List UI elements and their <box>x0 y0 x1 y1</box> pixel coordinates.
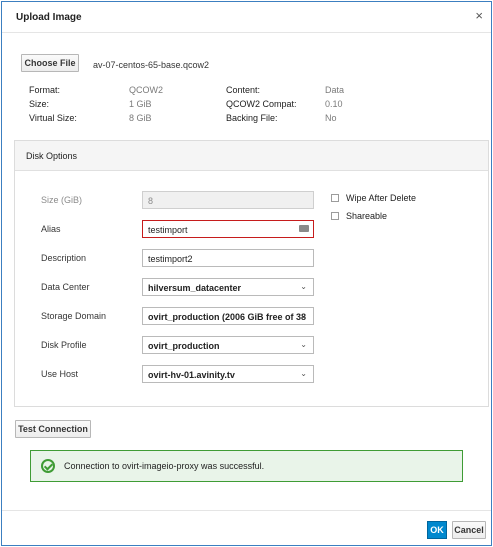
disk-profile-value: ovirt_production <box>148 341 220 351</box>
ok-button[interactable]: OK <box>427 521 447 539</box>
alert-message: Connection to ovirt-imageio-proxy was su… <box>64 461 265 471</box>
cancel-button[interactable]: Cancel <box>452 521 486 539</box>
check-circle-icon <box>41 459 55 473</box>
description-label: Description <box>41 253 87 263</box>
content-value: Data <box>325 85 345 95</box>
storage-domain-label: Storage Domain <box>41 311 107 321</box>
file-name: av-07-centos-65-base.qcow2 <box>93 60 210 70</box>
disk-options-title: Disk Options <box>26 151 78 161</box>
storage-domain-value: ovirt_production (2006 GiB free of 38 <box>148 312 307 322</box>
dialog-header: Upload Image × <box>2 2 491 33</box>
wipe-after-delete-checkbox[interactable] <box>331 194 339 202</box>
qcow2-compat-value: 0.10 <box>325 99 343 109</box>
success-alert: Connection to ovirt-imageio-proxy was su… <box>30 450 463 482</box>
use-host-select[interactable]: ovirt-hv-01.avinity.tv ⌄ <box>142 365 314 383</box>
wipe-after-delete-label: Wipe After Delete <box>346 193 417 203</box>
use-host-label: Use Host <box>41 369 79 379</box>
data-center-value: hilversum_datacenter <box>148 283 242 293</box>
data-center-label: Data Center <box>41 282 90 292</box>
test-connection-button[interactable]: Test Connection <box>15 420 91 438</box>
size-gib-input[interactable]: 8 <box>142 191 314 209</box>
data-center-select[interactable]: hilversum_datacenter ⌄ <box>142 278 314 296</box>
virtual-size-label: Virtual Size: <box>29 113 77 123</box>
upload-image-dialog: Upload Image × Choose File av-07-centos-… <box>1 1 492 546</box>
description-input[interactable]: testimport2 <box>142 249 314 267</box>
storage-domain-select[interactable]: ovirt_production (2006 GiB free of 38 ⌄ <box>142 307 314 325</box>
disk-options-header: Disk Options <box>15 141 488 171</box>
size-gib-label: Size (GiB) <box>41 195 83 205</box>
size-value: 1 GiB <box>129 99 152 109</box>
chevron-down-icon: ⌄ <box>300 282 307 291</box>
format-label: Format: <box>29 85 61 95</box>
disk-profile-select[interactable]: ovirt_production ⌄ <box>142 336 314 354</box>
disk-options-panel: Disk Options Size (GiB) 8 Alias testimpo… <box>14 140 489 407</box>
virtual-size-value: 8 GiB <box>129 113 152 123</box>
format-value: QCOW2 <box>129 85 164 95</box>
chevron-down-icon: ⌄ <box>300 311 307 320</box>
qcow2-compat-label: QCOW2 Compat: <box>226 99 297 109</box>
keyboard-icon <box>299 225 309 232</box>
alias-value: testimport <box>148 225 188 235</box>
choose-file-button[interactable]: Choose File <box>21 54 79 72</box>
backing-file-label: Backing File: <box>226 113 278 123</box>
dialog-title: Upload Image <box>16 12 82 23</box>
alias-input[interactable]: testimport <box>142 220 314 238</box>
backing-file-value: No <box>325 113 337 123</box>
chevron-down-icon: ⌄ <box>300 340 307 349</box>
alias-label: Alias <box>41 224 61 234</box>
shareable-label: Shareable <box>346 211 388 221</box>
content-label: Content: <box>226 85 261 95</box>
shareable-checkbox[interactable] <box>331 212 339 220</box>
use-host-value: ovirt-hv-01.avinity.tv <box>148 370 235 380</box>
disk-profile-label: Disk Profile <box>41 340 87 350</box>
size-label: Size: <box>29 99 50 109</box>
chevron-down-icon: ⌄ <box>300 369 307 378</box>
dialog-footer: OK Cancel <box>2 510 491 545</box>
close-icon[interactable]: × <box>475 9 483 22</box>
